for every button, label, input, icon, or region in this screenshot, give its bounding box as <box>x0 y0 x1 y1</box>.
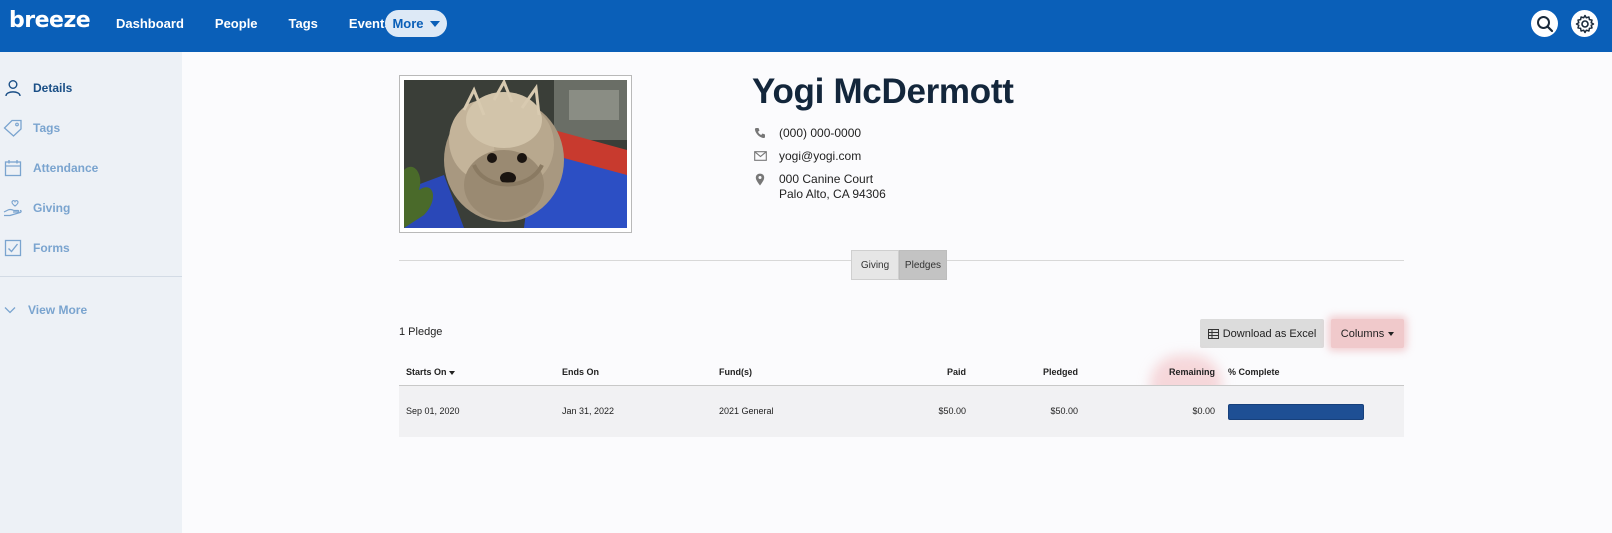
chevron-down-icon <box>2 299 18 321</box>
calendar-icon <box>2 157 24 179</box>
cell-remaining: $0.00 <box>1192 406 1215 416</box>
tab-pledges[interactable]: Pledges <box>899 250 947 280</box>
giving-tabs: Giving Pledges <box>851 250 947 280</box>
sidebar-item-label: Details <box>33 81 73 95</box>
envelope-icon <box>753 149 767 163</box>
sidebar-item-giving[interactable]: Giving <box>0 196 182 220</box>
cell-starts-on: Sep 01, 2020 <box>406 406 460 416</box>
address[interactable]: 000 Canine Court Palo Alto, CA 94306 <box>779 172 886 202</box>
caret-down-icon <box>429 20 440 27</box>
pledge-count: 1 Pledge <box>399 326 443 338</box>
cell-paid: $50.00 <box>938 406 966 416</box>
table-header: Starts On Ends On Fund(s) Paid Pledged R… <box>399 362 1404 386</box>
table-row[interactable]: Sep 01, 2020 Jan 31, 2022 2021 General $… <box>399 386 1404 437</box>
col-paid[interactable]: Paid <box>899 367 966 377</box>
address-line2: Palo Alto, CA 94306 <box>779 187 886 201</box>
nav-tags[interactable]: Tags <box>289 16 318 31</box>
columns-button[interactable]: Columns <box>1331 319 1404 348</box>
person-name: Yogi McDermott <box>752 72 1014 111</box>
settings-button[interactable] <box>1571 10 1598 37</box>
pledges-table: Starts On Ends On Fund(s) Paid Pledged R… <box>399 362 1404 437</box>
cell-funds: 2021 General <box>719 406 774 416</box>
phone-row: (000) 000-0000 <box>753 126 861 141</box>
email-row: yogi@yogi.com <box>753 149 861 164</box>
download-excel-button[interactable]: Download as Excel <box>1200 319 1324 348</box>
download-label: Download as Excel <box>1222 327 1317 340</box>
sidebar-item-attendance[interactable]: Attendance <box>0 156 182 180</box>
sidebar-divider <box>0 276 182 277</box>
main-nav: Dashboard People Tags Events <box>116 0 423 47</box>
more-menu-button[interactable]: More <box>385 10 447 37</box>
sidebar-view-more[interactable]: View More <box>0 298 182 322</box>
top-navbar: breeze Dashboard People Tags Events More <box>0 0 1612 52</box>
nav-dashboard[interactable]: Dashboard <box>116 16 184 31</box>
tab-giving[interactable]: Giving <box>851 250 899 280</box>
map-pin-icon <box>753 172 767 186</box>
col-complete[interactable]: % Complete <box>1228 367 1280 377</box>
col-pledged[interactable]: Pledged <box>999 367 1078 377</box>
sidebar-item-label: Forms <box>33 241 70 255</box>
address-line1: 000 Canine Court <box>779 172 874 186</box>
sidebar-item-forms[interactable]: Forms <box>0 236 182 260</box>
col-remaining[interactable]: Remaining <box>1119 367 1215 377</box>
search-button[interactable] <box>1531 10 1558 37</box>
sidebar-item-label: Attendance <box>33 161 99 175</box>
tag-icon <box>2 117 24 139</box>
email-address[interactable]: yogi@yogi.com <box>779 149 861 164</box>
cell-pledged: $50.00 <box>1050 406 1078 416</box>
col-funds[interactable]: Fund(s) <box>719 367 752 377</box>
checkbox-icon <box>2 237 24 259</box>
progress-bar <box>1228 404 1364 420</box>
col-ends-on[interactable]: Ends On <box>562 367 599 377</box>
address-row: 000 Canine Court Palo Alto, CA 94306 <box>753 172 886 202</box>
person-icon <box>2 77 24 99</box>
sidebar-item-tags[interactable]: Tags <box>0 116 182 140</box>
caret-down-icon <box>1388 331 1395 336</box>
more-label: More <box>392 16 424 31</box>
phone-icon <box>753 126 767 140</box>
sort-caret-icon <box>449 371 456 375</box>
sidebar: Details Tags Attendance Giving Forms Vie… <box>0 52 182 533</box>
col-starts-on-label: Starts On <box>406 367 447 377</box>
columns-label: Columns <box>1340 327 1385 340</box>
sidebar-item-label: Tags <box>33 121 61 135</box>
view-more-label: View More <box>28 303 88 317</box>
phone-number[interactable]: (000) 000-0000 <box>779 126 861 141</box>
nav-people[interactable]: People <box>215 16 258 31</box>
profile-photo[interactable] <box>399 75 632 233</box>
hand-heart-icon <box>2 197 24 219</box>
gear-icon <box>1575 14 1594 33</box>
breeze-logo[interactable]: breeze <box>9 8 91 33</box>
col-starts-on[interactable]: Starts On <box>406 367 456 377</box>
cell-ends-on: Jan 31, 2022 <box>562 406 615 416</box>
table-icon <box>1207 328 1219 339</box>
dog-photo <box>404 80 627 228</box>
sidebar-item-label: Giving <box>33 201 71 215</box>
sidebar-item-details[interactable]: Details <box>0 76 182 100</box>
search-icon <box>1536 15 1553 32</box>
